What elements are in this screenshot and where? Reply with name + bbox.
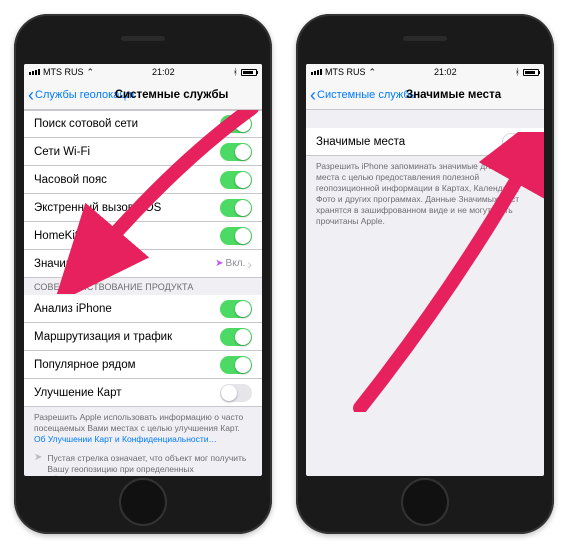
toggle-switch[interactable] xyxy=(220,227,252,245)
row-popular-nearby[interactable]: Популярное рядом xyxy=(24,351,262,379)
content-left[interactable]: Поиск сотовой сети Сети Wi-Fi Часовой по… xyxy=(24,110,262,476)
legend-outline: ➤Пустая стрелка означает, что объект мог… xyxy=(24,450,262,476)
phone-left: MTS RUS ⌃ 21:02 ᚼ Службы геолокации Сист… xyxy=(14,14,272,534)
toggle-switch[interactable] xyxy=(220,199,252,217)
row-detail: ➤ Вкл. xyxy=(215,258,245,269)
row-label: Значимые места xyxy=(34,258,215,270)
row-label: Сети Wi-Fi xyxy=(34,146,220,158)
screen-right: MTS RUS ⌃ 21:02 ᚼ Системные службы Значи… xyxy=(306,64,544,476)
bluetooth-icon: ᚼ xyxy=(233,67,238,77)
content-right[interactable]: Значимые места Разрешить iPhone запомина… xyxy=(306,110,544,476)
nav-title: Системные службы xyxy=(115,89,229,101)
carrier-label: MTS RUS xyxy=(325,67,366,77)
location-arrow-outline-icon: ➤ xyxy=(34,453,42,476)
toggle-switch[interactable] xyxy=(220,171,252,189)
chevron-right-icon: › xyxy=(247,257,252,271)
row-label: Экстренный вызов SOS xyxy=(34,202,220,214)
row-significant-locations-toggle[interactable]: Значимые места xyxy=(306,128,544,156)
toggle-switch[interactable] xyxy=(502,133,534,151)
toggle-switch[interactable] xyxy=(220,143,252,161)
row-sos[interactable]: Экстренный вызов SOS xyxy=(24,194,262,222)
signal-icon xyxy=(29,69,40,75)
clock: 21:02 xyxy=(152,67,175,77)
group-header-improvement: СОВЕРШЕНСТВОВАНИЕ ПРОДУКТА xyxy=(24,278,262,295)
toggle-switch[interactable] xyxy=(220,356,252,374)
row-improve-maps[interactable]: Улучшение Карт xyxy=(24,379,262,407)
row-homekit[interactable]: HomeKit xyxy=(24,222,262,250)
battery-icon xyxy=(241,69,257,76)
phone-right: MTS RUS ⌃ 21:02 ᚼ Системные службы Значи… xyxy=(296,14,554,534)
row-label: Значимые места xyxy=(316,136,502,148)
footer-description: Разрешить iPhone запоминать значимые для… xyxy=(306,156,544,232)
row-iphone-analytics[interactable]: Анализ iPhone xyxy=(24,295,262,323)
footer-text: Разрешить Apple использовать информацию … xyxy=(24,407,262,450)
toggle-switch[interactable] xyxy=(220,328,252,346)
screen-left: MTS RUS ⌃ 21:02 ᚼ Службы геолокации Сист… xyxy=(24,64,262,476)
wifi-icon: ⌃ xyxy=(87,67,95,78)
row-label: HomeKit xyxy=(34,230,220,242)
nav-title: Значимые места xyxy=(406,89,501,101)
clock: 21:02 xyxy=(434,67,457,77)
nav-bar: Службы геолокации Системные службы xyxy=(24,80,262,110)
footer-link[interactable]: Об Улучшении Карт и Конфиденциальности… xyxy=(34,434,217,444)
row-timezone[interactable]: Часовой пояс xyxy=(24,166,262,194)
row-label: Маршрутизация и трафик xyxy=(34,331,220,343)
row-significant-locations[interactable]: Значимые места ➤ Вкл. › xyxy=(24,250,262,278)
carrier-label: MTS RUS xyxy=(43,67,84,77)
row-label: Часовой пояс xyxy=(34,174,220,186)
toggle-switch[interactable] xyxy=(220,115,252,133)
back-button[interactable]: Системные службы xyxy=(310,89,416,101)
location-arrow-icon: ➤ xyxy=(215,259,223,269)
row-label: Улучшение Карт xyxy=(34,387,220,399)
status-bar: MTS RUS ⌃ 21:02 ᚼ xyxy=(306,64,544,80)
toggle-switch[interactable] xyxy=(220,300,252,318)
wifi-icon: ⌃ xyxy=(369,67,377,78)
row-label: Популярное рядом xyxy=(34,359,220,371)
row-label: Анализ iPhone xyxy=(34,303,220,315)
status-bar: MTS RUS ⌃ 21:02 ᚼ xyxy=(24,64,262,80)
toggle-switch[interactable] xyxy=(220,384,252,402)
row-wifi-networks[interactable]: Сети Wi-Fi xyxy=(24,138,262,166)
nav-bar: Системные службы Значимые места xyxy=(306,80,544,110)
row-label: Поиск сотовой сети xyxy=(34,118,220,130)
battery-icon xyxy=(523,69,539,76)
row-routing-traffic[interactable]: Маршрутизация и трафик xyxy=(24,323,262,351)
signal-icon xyxy=(311,69,322,75)
bluetooth-icon: ᚼ xyxy=(515,67,520,77)
row-cell-search[interactable]: Поиск сотовой сети xyxy=(24,110,262,138)
